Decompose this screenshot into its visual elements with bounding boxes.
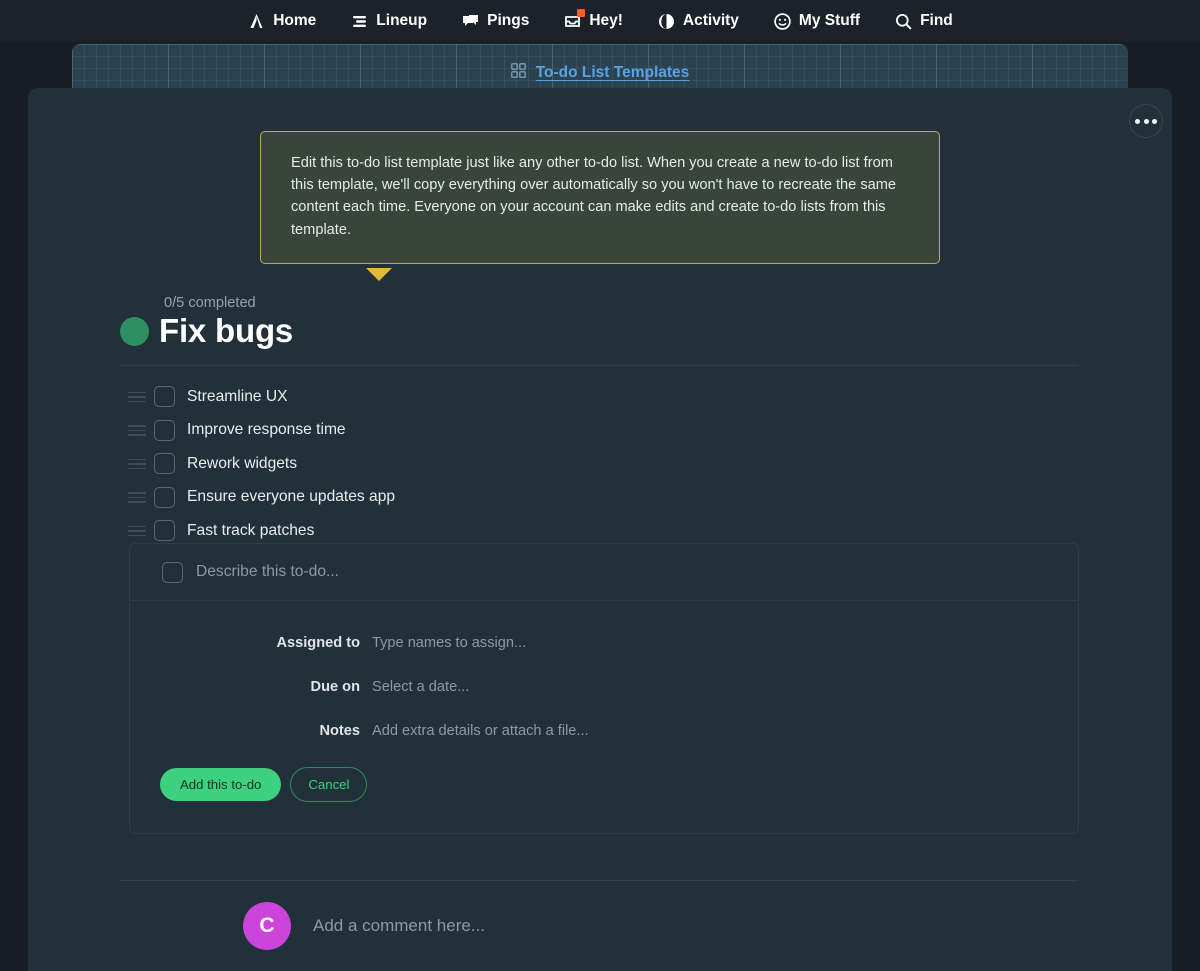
drag-handle-icon[interactable] (128, 525, 154, 536)
divider (120, 365, 1078, 366)
inbox-icon (563, 8, 586, 31)
page-title: Fix bugs (159, 312, 294, 349)
nav-item-label: Find (920, 12, 953, 29)
grid-icon (510, 63, 526, 83)
main-content-card: Edit this to-do list template just like … (28, 88, 1172, 971)
nav-item-label: Hey! (589, 12, 623, 29)
breadcrumb: To-do List Templates (510, 63, 690, 83)
field-label: Notes (319, 723, 360, 739)
todo-label[interactable]: Rework widgets (187, 455, 297, 473)
nav-item-my-stuff[interactable]: My Stuff (773, 8, 860, 34)
list-item[interactable]: Streamline UX (128, 380, 395, 414)
todo-label[interactable]: Improve response time (187, 421, 346, 439)
nav-item-activity[interactable]: Activity (657, 8, 739, 34)
callout-arrow-icon (366, 268, 392, 281)
todo-label[interactable]: Fast track patches (187, 522, 314, 540)
comment-input[interactable]: Add a comment here... (313, 916, 485, 936)
add-comment-row: C Add a comment here... (243, 902, 485, 950)
drag-handle-icon[interactable] (128, 492, 154, 503)
callout-text: Edit this to-do list template just like … (291, 155, 897, 238)
field-row-notes: Notes Add extra details or attach a file… (130, 723, 1078, 739)
todo-label[interactable]: Ensure everyone updates app (187, 488, 395, 506)
nav-item-label: Pings (487, 12, 530, 29)
notes-input[interactable]: Add extra details or attach a file... (372, 723, 589, 739)
ellipsis-icon-dot (1152, 118, 1157, 124)
list-item[interactable]: Ensure everyone updates app (128, 481, 395, 515)
nav-item-label: My Stuff (798, 12, 861, 29)
nav-item-label: Home (273, 12, 317, 29)
nav-item-home[interactable]: Home (247, 8, 316, 34)
more-options-button[interactable] (1129, 104, 1163, 138)
describe-todo-row[interactable]: Describe this to-do... (130, 544, 1078, 601)
notification-badge (577, 8, 586, 17)
todo-checkbox[interactable] (154, 520, 175, 542)
todo-checkbox[interactable] (154, 486, 175, 508)
top-navigation-bar: Home Lineup Pings Hey! Activity My Stuff (0, 0, 1200, 42)
new-todo-checkbox[interactable] (162, 561, 183, 583)
drag-handle-icon[interactable] (128, 425, 154, 436)
nav-item-find[interactable]: Find (894, 8, 953, 34)
nav-item-label: Lineup (376, 12, 428, 29)
assigned-to-input[interactable]: Type names to assign... (372, 635, 526, 651)
due-on-input[interactable]: Select a date... (372, 679, 469, 695)
form-fields: Assigned to Type names to assign... Due … (130, 601, 1078, 833)
todo-label[interactable]: Streamline UX (187, 388, 288, 406)
lineup-icon (350, 12, 369, 31)
ellipsis-icon-dot (1135, 118, 1140, 124)
ellipsis-icon-dot (1143, 118, 1149, 124)
todo-items-list: Streamline UX Improve response time Rewo… (128, 380, 395, 548)
add-this-todo-button[interactable]: Add this to-do (160, 768, 282, 801)
tent-icon (247, 12, 266, 31)
cancel-button[interactable]: Cancel (290, 767, 368, 802)
field-label: Due on (310, 679, 360, 695)
nav-item-lineup[interactable]: Lineup (350, 8, 427, 34)
breadcrumb-link-todo-list-templates[interactable]: To-do List Templates (536, 64, 690, 82)
nav-item-pings[interactable]: Pings (461, 8, 529, 34)
list-item[interactable]: Rework widgets (128, 447, 395, 481)
drag-handle-icon[interactable] (128, 391, 154, 402)
moon-icon (657, 12, 676, 31)
divider (120, 880, 1078, 881)
template-info-callout: Edit this to-do list template just like … (260, 131, 940, 264)
todo-checkbox[interactable] (154, 419, 175, 441)
drag-handle-icon[interactable] (128, 458, 154, 469)
search-icon (894, 12, 913, 31)
list-item[interactable]: Improve response time (128, 414, 395, 448)
field-label: Assigned to (276, 635, 360, 651)
completed-count: 0/5 completed (164, 295, 256, 311)
form-actions: Add this to-do Cancel (130, 767, 1078, 833)
todo-checkbox[interactable] (154, 453, 175, 475)
field-row-due-on: Due on Select a date... (130, 679, 1078, 695)
todo-checkbox[interactable] (154, 386, 175, 408)
avatar[interactable]: C (243, 902, 291, 950)
chat-icon (461, 12, 480, 31)
list-header: 0/5 completed Fix bugs (120, 295, 293, 350)
field-row-assigned-to: Assigned to Type names to assign... (130, 635, 1078, 651)
describe-todo-input[interactable]: Describe this to-do... (196, 563, 339, 581)
nav-item-hey[interactable]: Hey! (563, 8, 623, 34)
nav-item-label: Activity (682, 12, 739, 29)
status-dot-icon (120, 316, 149, 346)
smiley-icon (773, 12, 792, 31)
new-todo-form: Describe this to-do... Assigned to Type … (129, 543, 1079, 834)
